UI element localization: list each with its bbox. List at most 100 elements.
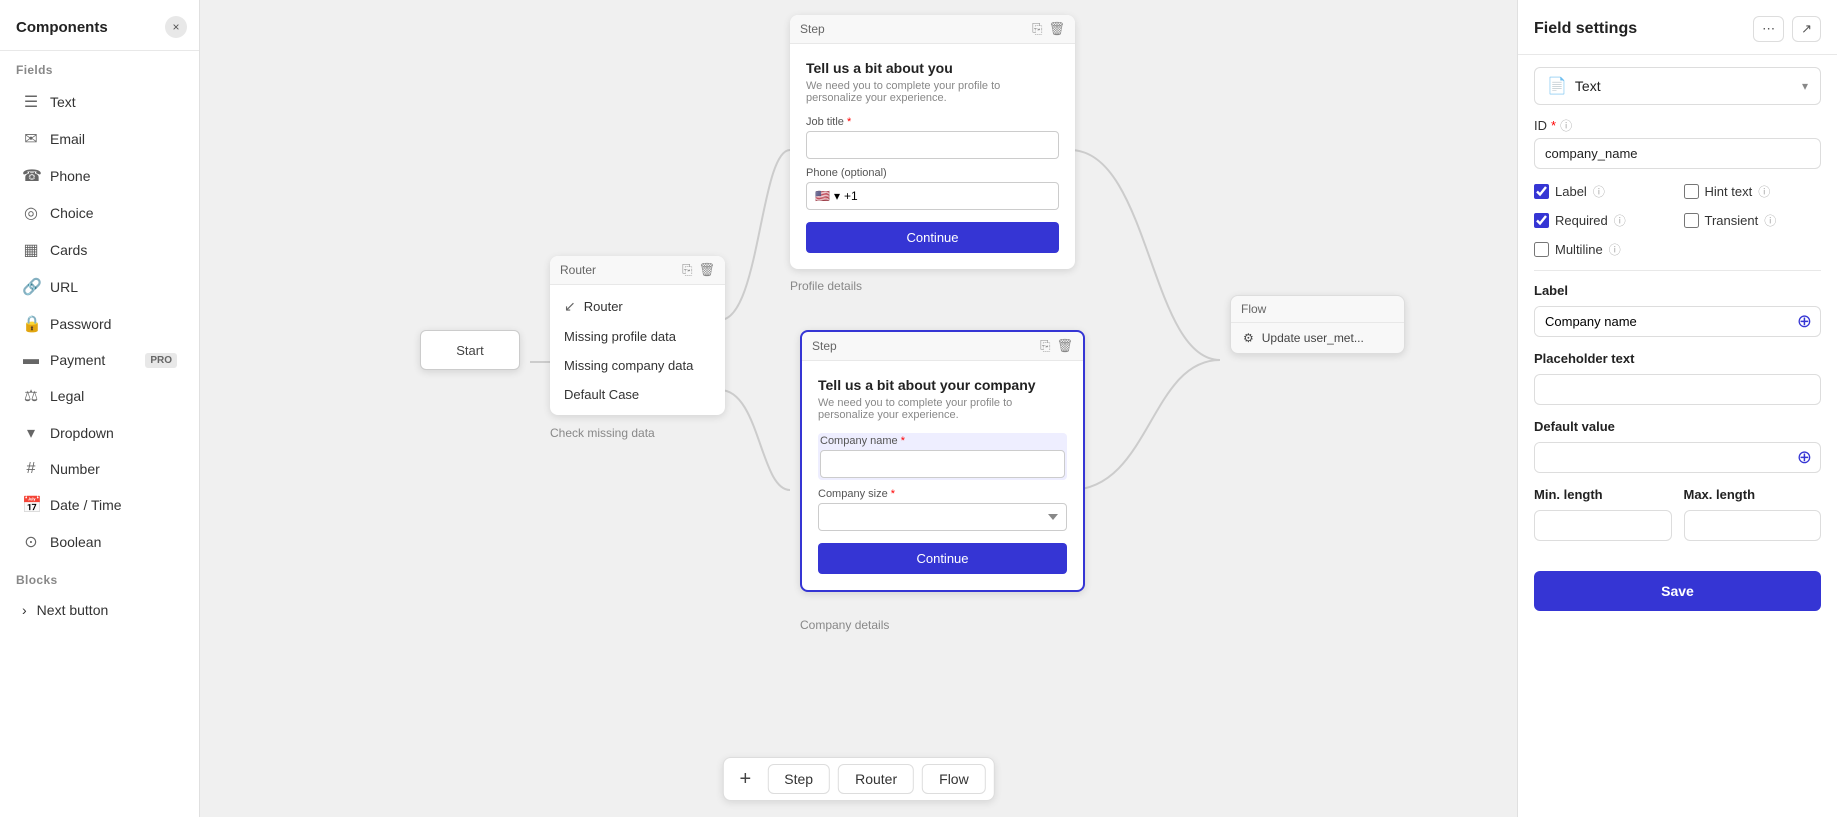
sidebar-header: Components × — [0, 0, 199, 51]
start-node[interactable]: Start — [420, 330, 520, 370]
flow-node: Flow ⚙ Update user_met... — [1230, 295, 1405, 354]
label-add-button[interactable]: ⊕ — [1789, 311, 1820, 332]
company-name-input[interactable] — [820, 450, 1065, 478]
sidebar-item-choice[interactable]: ◎ Choice — [6, 195, 193, 231]
router-menu-item-router[interactable]: ↙ Router — [550, 291, 725, 322]
company-size-select[interactable] — [818, 503, 1067, 531]
profile-delete-icon[interactable]: 🗑 — [1048, 21, 1065, 37]
id-input[interactable] — [1534, 138, 1821, 169]
sidebar-item-cards[interactable]: ▦ Cards — [6, 232, 193, 268]
multiline-checkbox-row[interactable]: Multiline ⓘ — [1534, 241, 1672, 258]
panel-header-actions: ⋯ ↗ — [1753, 16, 1821, 42]
company-copy-icon[interactable]: ⎘ — [1040, 338, 1050, 354]
hint-text-checkbox-row[interactable]: Hint text ⓘ — [1684, 183, 1822, 200]
default-add-button[interactable]: ⊕ — [1789, 447, 1820, 468]
company-header-label: Step — [812, 339, 837, 353]
transient-info-icon: ⓘ — [1764, 212, 1776, 229]
profile-node-header: Step ⎘ 🗑 — [790, 15, 1075, 44]
hint-text-checkbox[interactable] — [1684, 184, 1699, 199]
add-node-button[interactable]: + — [731, 765, 759, 793]
router-menu-item-missing-company[interactable]: Missing company data — [550, 351, 725, 380]
sidebar-item-payment[interactable]: ▬ Payment PRO — [6, 343, 193, 377]
profile-header-label: Step — [800, 22, 825, 36]
canvas-toolbar: + Step Router Flow — [722, 757, 994, 801]
multiline-info-icon: ⓘ — [1609, 241, 1621, 258]
sidebar-item-phone[interactable]: ☎ Phone — [6, 158, 193, 194]
sidebar-item-url[interactable]: 🔗 URL — [6, 269, 193, 305]
sidebar-item-password[interactable]: 🔒 Password — [6, 306, 193, 342]
sidebar-item-label: Legal — [50, 388, 177, 404]
panel-expand-button[interactable]: ↗ — [1792, 16, 1821, 42]
label-input[interactable] — [1535, 307, 1789, 336]
dropdown-icon: ▾ — [22, 423, 40, 443]
router-item-icon: ↙ — [564, 298, 576, 315]
required-checkbox-row[interactable]: Required ⓘ — [1534, 212, 1672, 229]
router-delete-icon[interactable]: 🗑 — [698, 262, 715, 278]
max-length-input[interactable] — [1684, 510, 1822, 541]
sidebar-item-label: Payment — [50, 352, 135, 368]
sidebar-item-label: Boolean — [50, 534, 177, 550]
id-field-wrap: ID * ⓘ — [1534, 117, 1821, 169]
flow-item[interactable]: ⚙ Update user_met... — [1231, 323, 1404, 353]
job-title-input[interactable] — [806, 131, 1059, 159]
canvas[interactable]: Start Router ⎘ 🗑 ↙ Router Missing profil… — [200, 0, 1517, 817]
right-panel-title: Field settings — [1534, 20, 1637, 38]
phone-input[interactable]: 🇺🇸 ▾ +1 — [806, 182, 1059, 210]
transient-checkbox-row[interactable]: Transient ⓘ — [1684, 212, 1822, 229]
placeholder-input[interactable] — [1534, 374, 1821, 405]
multiline-checkbox[interactable] — [1534, 242, 1549, 257]
min-length-input[interactable] — [1534, 510, 1672, 541]
boolean-icon: ⊙ — [22, 532, 40, 552]
close-sidebar-button[interactable]: × — [165, 16, 187, 38]
company-delete-icon[interactable]: 🗑 — [1056, 338, 1073, 354]
panel-more-button[interactable]: ⋯ — [1753, 16, 1784, 42]
router-menu-item-default-case[interactable]: Default Case — [550, 380, 725, 409]
min-length-wrap: Min. length — [1534, 487, 1672, 541]
profile-header-actions: ⎘ 🗑 — [1032, 21, 1065, 37]
router-copy-icon[interactable]: ⎘ — [682, 262, 692, 278]
save-button[interactable]: Save — [1534, 571, 1821, 611]
field-type-icon: 📄 — [1547, 76, 1567, 96]
flow-button[interactable]: Flow — [922, 764, 986, 794]
phone-label: Phone (optional) — [806, 167, 1059, 179]
label-input-wrap: ⊕ — [1534, 306, 1821, 337]
router-menu-label: Default Case — [564, 387, 639, 402]
default-value-wrap: Default value ⊕ — [1534, 419, 1821, 473]
id-label: ID * ⓘ — [1534, 117, 1821, 134]
field-type-selector[interactable]: 📄 Text ▾ — [1534, 67, 1821, 105]
sidebar-item-text[interactable]: ☰ Text — [6, 84, 193, 120]
router-footer-label: Check missing data — [550, 420, 655, 440]
router-button[interactable]: Router — [838, 764, 914, 794]
default-input[interactable] — [1535, 443, 1789, 472]
sidebar-item-legal[interactable]: ⚖ Legal — [6, 378, 193, 414]
label-checkbox[interactable] — [1534, 184, 1549, 199]
sidebar-item-boolean[interactable]: ⊙ Boolean — [6, 524, 193, 560]
sidebar-item-date-time[interactable]: 📅 Date / Time — [6, 487, 193, 523]
id-info-icon: ⓘ — [1560, 117, 1572, 134]
fields-list: ☰ Text ✉ Email ☎ Phone ◎ Choice ▦ Cards … — [0, 83, 199, 561]
transient-checkbox[interactable] — [1684, 213, 1699, 228]
profile-copy-icon[interactable]: ⎘ — [1032, 21, 1042, 37]
phone-prefix: +1 — [844, 189, 858, 203]
step-button[interactable]: Step — [767, 764, 830, 794]
company-continue-button[interactable]: Continue — [818, 543, 1067, 574]
flow-item-label: Update user_met... — [1262, 331, 1364, 345]
sidebar-item-label: Date / Time — [50, 497, 177, 513]
step-profile-node: Step ⎘ 🗑 Tell us a bit about you We need… — [790, 15, 1075, 269]
cards-icon: ▦ — [22, 240, 40, 260]
sidebar-item-next-button[interactable]: › Next button — [6, 594, 193, 626]
label-checkbox-row[interactable]: Label ⓘ — [1534, 183, 1672, 200]
payment-icon: ▬ — [22, 351, 40, 369]
placeholder-section-label: Placeholder text — [1534, 351, 1821, 366]
default-section-label: Default value — [1534, 419, 1821, 434]
required-checkbox[interactable] — [1534, 213, 1549, 228]
field-type-label: Text — [1575, 78, 1794, 94]
router-menu: ↙ Router Missing profile data Missing co… — [550, 285, 725, 415]
profile-continue-button[interactable]: Continue — [806, 222, 1059, 253]
company-title: Tell us a bit about your company — [818, 377, 1067, 393]
router-menu-label: Router — [584, 299, 623, 314]
sidebar-item-number[interactable]: # Number — [6, 452, 193, 486]
router-menu-item-missing-profile[interactable]: Missing profile data — [550, 322, 725, 351]
sidebar-item-dropdown[interactable]: ▾ Dropdown — [6, 415, 193, 451]
sidebar-item-email[interactable]: ✉ Email — [6, 121, 193, 157]
